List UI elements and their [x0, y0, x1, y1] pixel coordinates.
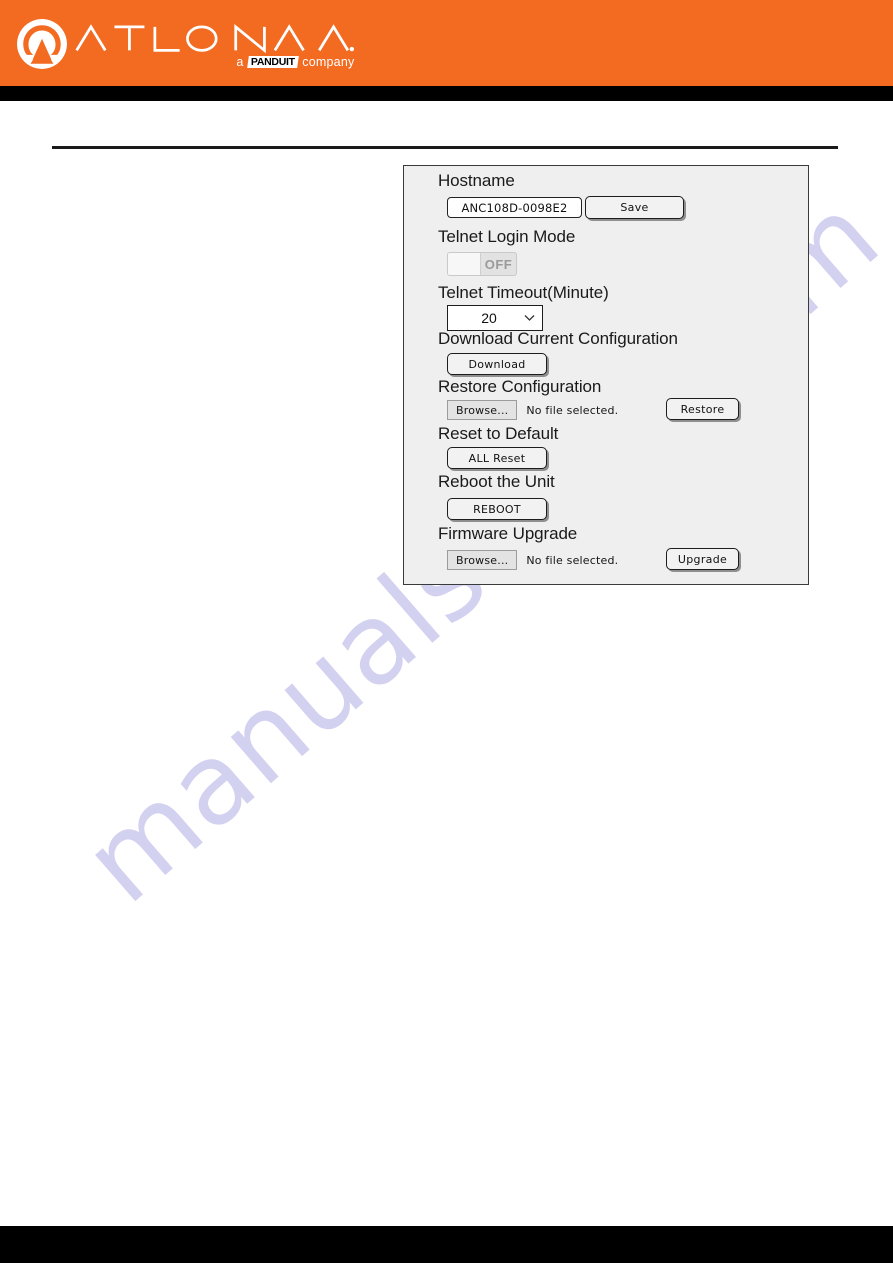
header-divider-stripe	[0, 86, 893, 101]
panduit-badge: PANDUIT	[246, 56, 299, 68]
telnet-timeout-value: 20	[481, 310, 497, 326]
restore-button[interactable]: Restore	[666, 398, 739, 420]
telnet-login-mode-label: Telnet Login Mode	[438, 227, 576, 246]
page-watermark: manualshive.com	[60, 171, 893, 1100]
firmware-upgrade-label: Firmware Upgrade	[438, 524, 578, 543]
atlona-logo-mark-icon	[17, 19, 67, 69]
upgrade-button[interactable]: Upgrade	[666, 548, 739, 570]
download-configuration-label: Download Current Configuration	[438, 329, 678, 348]
page-footer	[0, 1226, 893, 1263]
hostname-save-button[interactable]: Save	[585, 196, 684, 219]
reboot-unit-label: Reboot the Unit	[438, 472, 555, 491]
tagline-prefix: a	[236, 55, 244, 69]
firmware-browse-button[interactable]: Browse...	[447, 550, 518, 570]
hostname-label: Hostname	[438, 171, 515, 190]
telnet-timeout-label: Telnet Timeout(Minute)	[438, 283, 609, 302]
hostname-input[interactable]: ANC108D-0098E2	[447, 197, 582, 218]
restore-configuration-label: Restore Configuration	[438, 377, 602, 396]
reset-to-default-label: Reset to Default	[438, 424, 559, 443]
firmware-upgrade-file-input[interactable]: Browse... No file selected.	[447, 550, 618, 570]
restore-browse-button[interactable]: Browse...	[447, 400, 518, 420]
reboot-button[interactable]: REBOOT	[447, 498, 547, 520]
telnet-login-mode-toggle[interactable]: OFF	[447, 252, 517, 276]
atlona-logo: a PANDUIT company	[16, 18, 354, 70]
toggle-state-label: OFF	[484, 256, 513, 272]
all-reset-button[interactable]: ALL Reset	[447, 447, 547, 469]
chevron-down-icon	[520, 314, 542, 322]
toggle-knob	[448, 253, 481, 275]
restore-file-status: No file selected.	[526, 403, 619, 417]
download-configuration-button[interactable]: Download	[447, 353, 547, 375]
atlona-tagline: a PANDUIT company	[236, 55, 354, 69]
telnet-timeout-select[interactable]: 20	[447, 305, 543, 331]
system-settings-panel: Hostname ANC108D-0098E2 Save Telnet Logi…	[403, 165, 809, 585]
firmware-file-status: No file selected.	[526, 553, 619, 567]
tagline-suffix: company	[302, 55, 355, 69]
atlona-wordmark-icon	[75, 24, 355, 53]
section-divider-rule	[52, 146, 838, 149]
restore-configuration-file-input[interactable]: Browse... No file selected.	[447, 400, 618, 420]
